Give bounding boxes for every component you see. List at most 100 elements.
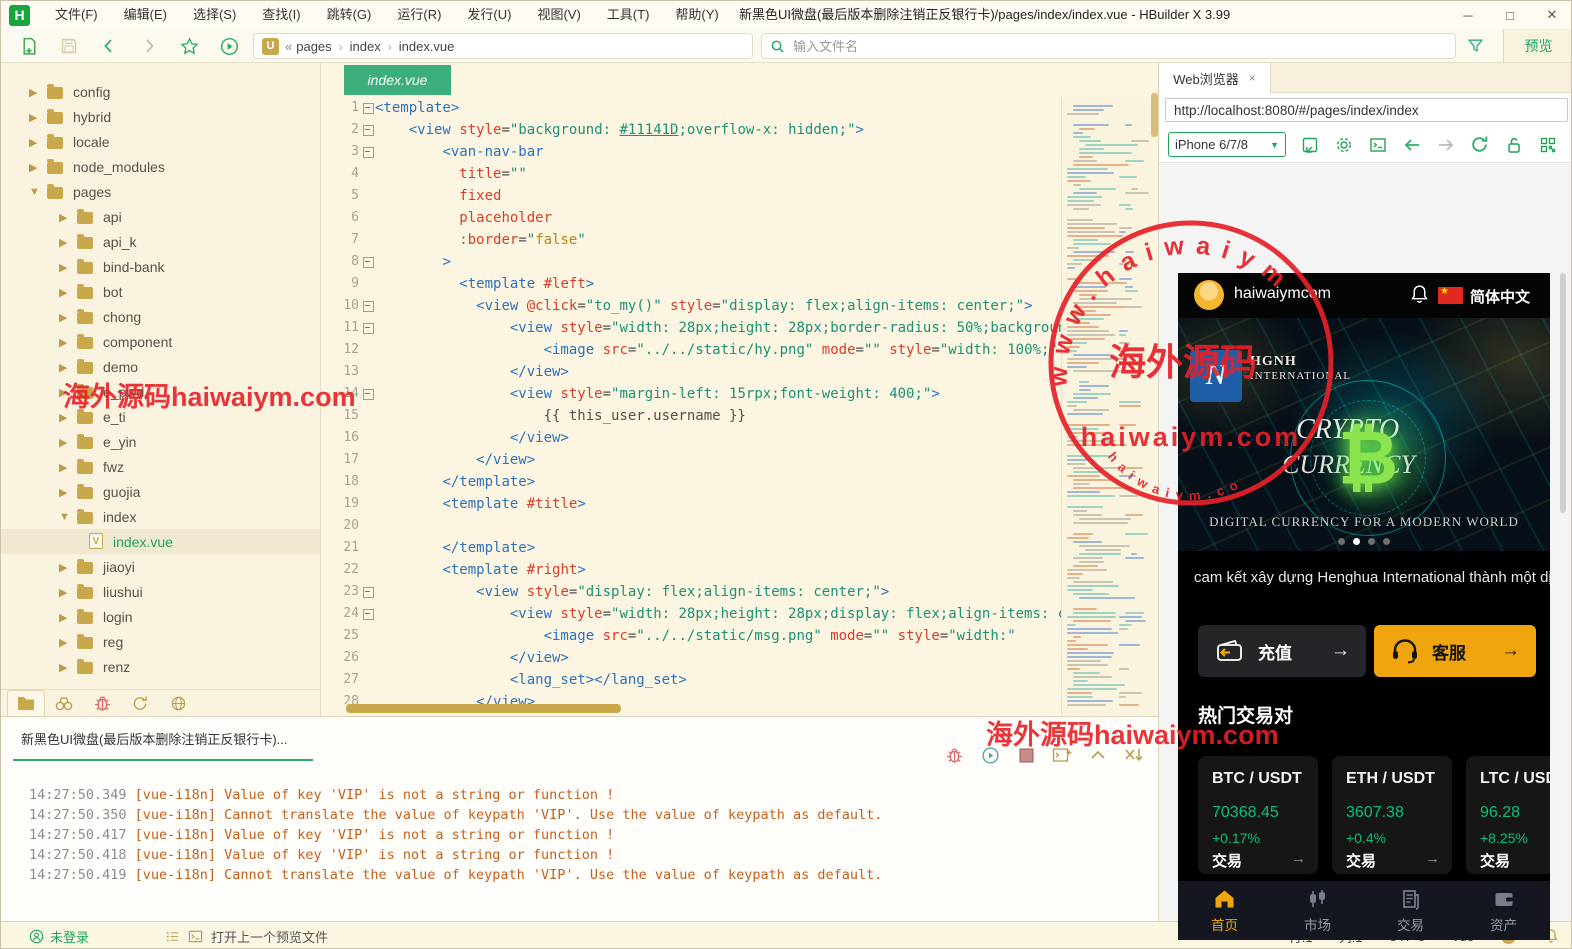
fold-marker-icon[interactable]	[359, 141, 375, 163]
code-viewport[interactable]: 1<template>2 <view style="background: #1…	[321, 97, 1061, 704]
username[interactable]: haiwaiymcom	[1234, 285, 1331, 303]
tree-folder-e_yin[interactable]: ▶e_yin	[1, 429, 321, 454]
fold-marker-icon[interactable]	[359, 97, 375, 119]
restart-icon[interactable]	[980, 745, 1000, 765]
tree-folder-component[interactable]: ▶component	[1, 329, 321, 354]
chevron-down-icon[interactable]: ▼	[29, 186, 40, 198]
maximize-button[interactable]: □	[1489, 1, 1531, 29]
search-input[interactable]	[791, 38, 1447, 55]
menu-item-4[interactable]: 跳转(G)	[314, 1, 385, 29]
fold-marker-icon[interactable]	[359, 119, 375, 141]
tree-folder-liushui[interactable]: ▶liushui	[1, 579, 321, 604]
chevron-right-icon[interactable]: ▶	[59, 311, 67, 324]
customer-service-button[interactable]: 客服 →	[1374, 625, 1536, 677]
carousel-dot-0[interactable]	[1338, 538, 1345, 545]
tree-folder-bot[interactable]: ▶bot	[1, 279, 321, 304]
collapse-up-icon[interactable]	[1088, 745, 1108, 765]
nav-item-trade-news[interactable]: 交易	[1364, 881, 1457, 940]
file-search-box[interactable]	[761, 33, 1456, 59]
menu-item-7[interactable]: 视图(V)	[524, 1, 593, 29]
carousel-dots[interactable]	[1178, 538, 1550, 545]
tree-folder-jiaoyi[interactable]: ▶jiaoyi	[1, 554, 321, 579]
menu-item-6[interactable]: 发行(U)	[454, 1, 524, 29]
console-terminal-icon[interactable]	[1367, 134, 1388, 155]
chevron-right-icon[interactable]: ▶	[59, 211, 67, 224]
tree-folder-login[interactable]: ▶login	[1, 604, 321, 629]
nav-back-icon[interactable]	[95, 32, 123, 60]
tree-folder-bind-bank[interactable]: ▶bind-bank	[1, 254, 321, 279]
arrow-forward-icon[interactable]	[1435, 134, 1456, 155]
debug-bug-icon[interactable]	[83, 690, 121, 716]
minimap[interactable]	[1061, 97, 1151, 716]
lock-open-icon[interactable]	[1503, 134, 1524, 155]
chevron-right-icon[interactable]: ▶	[59, 611, 67, 624]
chevron-right-icon[interactable]: ▶	[59, 486, 67, 499]
tree-folder-fwz[interactable]: ▶fwz	[1, 454, 321, 479]
open-last-preview[interactable]: 打开上一个预览文件	[165, 927, 328, 946]
chevron-right-icon[interactable]: ▶	[59, 436, 67, 449]
pair-card-btc-usdt[interactable]: BTC / USDT70368.45+0.17%交易→	[1198, 756, 1318, 874]
chevron-right-icon[interactable]: ▶	[59, 336, 67, 349]
tree-folder-renz[interactable]: ▶renz	[1, 654, 321, 679]
chevron-down-icon[interactable]: ▼	[59, 511, 70, 523]
pair-trade-link[interactable]: 交易	[1480, 850, 1510, 871]
close-button[interactable]: ✕	[1531, 1, 1572, 29]
carousel-dot-3[interactable]	[1383, 538, 1390, 545]
run-icon[interactable]	[215, 32, 243, 60]
preview-scrollbar[interactable]	[1560, 273, 1566, 513]
avatar[interactable]	[1194, 280, 1224, 310]
nav-item-assets-wallet[interactable]: 资产	[1457, 881, 1550, 940]
menu-item-2[interactable]: 选择(S)	[180, 1, 249, 29]
tree-folder-e_ti[interactable]: ▶e_ti	[1, 404, 321, 429]
settings-gear-icon[interactable]	[1333, 134, 1354, 155]
clear-logs-icon[interactable]	[1124, 745, 1144, 765]
pair-trade-link[interactable]: 交易	[1212, 850, 1242, 871]
chevron-right-icon[interactable]: ▶	[59, 586, 67, 599]
fold-marker-icon[interactable]	[359, 295, 375, 317]
device-selector[interactable]: iPhone 6/7/8▼	[1168, 132, 1286, 157]
url-input[interactable]: http://localhost:8080/#/pages/index/inde…	[1165, 98, 1568, 122]
qr-code-icon[interactable]	[1537, 134, 1558, 155]
stop-icon[interactable]	[1016, 745, 1036, 765]
tree-folder-reg[interactable]: ▶reg	[1, 629, 321, 654]
breadcrumb-item-pages[interactable]: pages	[296, 39, 331, 54]
chevron-right-icon[interactable]: ▶	[59, 411, 67, 424]
filter-funnel-icon[interactable]	[1467, 37, 1484, 54]
login-status[interactable]: 未登录	[29, 927, 89, 946]
bell-icon[interactable]	[1410, 284, 1429, 305]
code-editor[interactable]: index.vue 1<template>2 <view style="back…	[321, 63, 1158, 716]
chevron-right-icon[interactable]: ▶	[59, 461, 67, 474]
tree-folder-pages[interactable]: ▼pages	[1, 179, 321, 204]
console-tab[interactable]: 新黑色UI微盘(最后版本删除注销正反银行卡)...	[21, 729, 288, 748]
star-icon[interactable]	[175, 32, 203, 60]
tree-folder-api[interactable]: ▶api	[1, 204, 321, 229]
chevron-right-icon[interactable]: ▶	[59, 361, 67, 374]
chevron-right-icon[interactable]: ▶	[29, 86, 37, 99]
web-globe-icon[interactable]	[159, 690, 197, 716]
chevron-right-icon[interactable]: ▶	[59, 261, 67, 274]
tree-folder-chong[interactable]: ▶chong	[1, 304, 321, 329]
language-selector[interactable]: 简体中文	[1470, 286, 1530, 307]
minimize-button[interactable]: ─	[1447, 1, 1489, 29]
chevron-right-icon[interactable]: ▶	[59, 561, 67, 574]
nav-forward-icon[interactable]	[135, 32, 163, 60]
browser-tab-close-icon[interactable]: ×	[1249, 71, 1256, 85]
nav-item-home[interactable]: 首页	[1178, 881, 1271, 940]
pair-card-ltc-usdt[interactable]: LTC / USDT96.28+8.25%交易→	[1466, 756, 1550, 874]
chevron-right-icon[interactable]: ▶	[29, 136, 37, 149]
browser-tab[interactable]: Web浏览器 ×	[1159, 63, 1271, 93]
tree-folder-guojia[interactable]: ▶guojia	[1, 479, 321, 504]
search-binoculars-icon[interactable]	[45, 690, 83, 716]
refresh-icon[interactable]	[1469, 134, 1490, 155]
tree-folder-api_k[interactable]: ▶api_k	[1, 229, 321, 254]
editor-tab-index-vue[interactable]: index.vue	[344, 65, 451, 95]
tree-folder-node_modules[interactable]: ▶node_modules	[1, 154, 321, 179]
tree-folder-hybrid[interactable]: ▶hybrid	[1, 104, 321, 129]
pair-card-eth-usdt[interactable]: ETH / USDT3607.38+0.4%交易→	[1332, 756, 1452, 874]
menu-item-3[interactable]: 查找(I)	[249, 1, 313, 29]
nav-item-market-candles[interactable]: 市场	[1271, 881, 1364, 940]
breadcrumb-item-index.vue[interactable]: index.vue	[399, 39, 455, 54]
china-flag-icon[interactable]: ★	[1438, 287, 1463, 304]
tree-folder-index[interactable]: ▼index	[1, 504, 321, 529]
new-file-icon[interactable]	[15, 32, 43, 60]
